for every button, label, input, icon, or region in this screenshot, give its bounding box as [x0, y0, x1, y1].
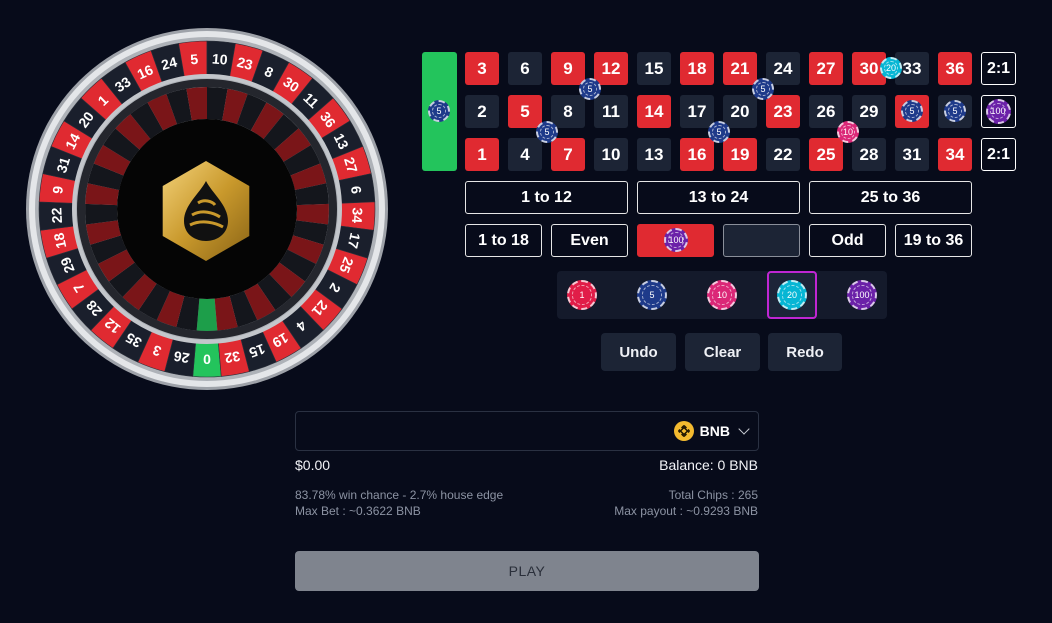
placed-bet-chip: 5 — [901, 100, 923, 122]
bet-number-cell[interactable]: 15 — [637, 52, 671, 85]
bet-usd-value: $0.00 — [295, 457, 331, 473]
max-payout-text: Max payout : ~0.9293 BNB — [614, 504, 758, 518]
chip-option-1[interactable]: 1 — [557, 271, 607, 319]
chip-value: 1 — [579, 290, 585, 300]
bnb-icon — [673, 421, 694, 441]
chip-value: 5 — [649, 290, 655, 300]
chip-option-10[interactable]: 10 — [697, 271, 747, 319]
chip-option-5[interactable]: 5 — [627, 271, 677, 319]
bet-odd[interactable]: Odd — [809, 224, 886, 257]
bet-number-cell[interactable]: 29 — [852, 95, 886, 128]
bet-number-cell[interactable]: 34 — [938, 138, 972, 171]
chip-value: 5 — [716, 127, 722, 137]
placed-bet-chip: 5 — [536, 121, 558, 143]
bet-number-cell[interactable]: 27 — [809, 52, 843, 85]
chip-icon: 1 — [567, 280, 597, 310]
bet-number-cell[interactable]: 28 — [852, 138, 886, 171]
red-bet-chip: 100 — [664, 228, 688, 252]
bet-even[interactable]: Even — [551, 224, 628, 257]
placed-bet-chip: 10 — [837, 121, 859, 143]
bet-number-cell[interactable]: 14 — [637, 95, 671, 128]
bet-number-cell[interactable]: 25 — [809, 138, 843, 171]
chip-value: 5 — [436, 106, 442, 116]
chip-value: 10 — [842, 127, 853, 137]
bet-number-cell[interactable]: 4 — [508, 138, 542, 171]
bet-number-cell[interactable]: 8 — [551, 95, 585, 128]
bet-number-cell[interactable]: 16 — [680, 138, 714, 171]
bet-number-cell[interactable]: 1 — [465, 138, 499, 171]
chip-value: 10 — [716, 290, 727, 300]
chevron-down-icon — [738, 423, 750, 435]
chip-value: 5 — [544, 127, 550, 137]
currency-selector[interactable]: BNB — [673, 421, 750, 441]
bet-number-cell[interactable]: 13 — [637, 138, 671, 171]
bet-number-cell[interactable]: 17 — [680, 95, 714, 128]
bet-number-cell[interactable]: 18 — [680, 52, 714, 85]
bet-dozen-3[interactable]: 25 to 36 — [809, 181, 972, 214]
chip-value: 20 — [786, 290, 797, 300]
bet-number-cell[interactable]: 22 — [766, 138, 800, 171]
bet-number-cell[interactable]: 21 — [723, 52, 757, 85]
bet-black[interactable] — [723, 224, 800, 257]
clear-button[interactable]: Clear — [685, 333, 760, 371]
undo-button[interactable]: Undo — [601, 333, 676, 371]
bet-number-cell[interactable]: 3 — [465, 52, 499, 85]
bet-1-to-18[interactable]: 1 to 18 — [465, 224, 542, 257]
placed-bet-chip: 5 — [708, 121, 730, 143]
chip-selector: 1 5 10 20 100 — [557, 271, 887, 319]
total-chips-text: Total Chips : 265 — [668, 488, 758, 502]
redo-button[interactable]: Redo — [768, 333, 842, 371]
win-chance-text: 83.78% win chance - 2.7% house edge — [295, 488, 504, 502]
bet-dozen-2[interactable]: 13 to 24 — [637, 181, 800, 214]
chip-value: 5 — [952, 106, 958, 116]
chip-value: 100 — [668, 235, 684, 245]
betting-board: 5369121518212427303336258111417202326293… — [0, 0, 1052, 380]
bet-number-cell[interactable]: 31 — [895, 138, 929, 171]
bet-column-1[interactable]: 2:1 — [981, 138, 1016, 171]
max-bet-text: Max Bet : ~0.3622 BNB — [295, 504, 421, 518]
chip-option-20[interactable]: 20 — [767, 271, 817, 319]
bet-number-cell[interactable]: 6 — [508, 52, 542, 85]
chip-value: 5 — [909, 106, 915, 116]
placed-bet-chip: 20 — [880, 57, 902, 79]
chip-value: 5 — [587, 84, 593, 94]
bet-19-to-36[interactable]: 19 to 36 — [895, 224, 972, 257]
bet-number-cell[interactable]: 36 — [938, 52, 972, 85]
chip-icon: 20 — [777, 280, 807, 310]
chip-icon: 100 — [847, 280, 877, 310]
currency-label: BNB — [699, 423, 730, 439]
bet-number-cell[interactable]: 10 — [594, 138, 628, 171]
chip-value: 20 — [885, 63, 896, 73]
chip-value: 5 — [760, 84, 766, 94]
bet-number-cell[interactable]: 20 — [723, 95, 757, 128]
bet-number-cell[interactable]: 7 — [551, 138, 585, 171]
placed-bet-chip: 5 — [579, 78, 601, 100]
bet-number-cell[interactable]: 24 — [766, 52, 800, 85]
zero-bet-chip: 5 — [428, 100, 450, 122]
bet-amount-input[interactable]: BNB — [295, 411, 759, 451]
bet-column-3[interactable]: 2:1 — [981, 52, 1016, 85]
play-button[interactable]: PLAY — [295, 551, 759, 591]
chip-icon: 10 — [707, 280, 737, 310]
bet-dozen-1[interactable]: 1 to 12 — [465, 181, 628, 214]
bet-number-cell[interactable]: 19 — [723, 138, 757, 171]
bet-number-cell[interactable]: 5 — [508, 95, 542, 128]
chip-value: 100 — [854, 290, 870, 300]
chip-option-100[interactable]: 100 — [837, 271, 887, 319]
bet-number-cell[interactable]: 11 — [594, 95, 628, 128]
chip-icon: 5 — [637, 280, 667, 310]
bet-number-cell[interactable]: 26 — [809, 95, 843, 128]
bet-number-cell[interactable]: 9 — [551, 52, 585, 85]
bet-number-cell[interactable]: 12 — [594, 52, 628, 85]
placed-bet-chip: 5 — [752, 78, 774, 100]
chip-value: 100 — [990, 106, 1006, 116]
bet-number-cell[interactable]: 23 — [766, 95, 800, 128]
column-bet-chip: 100 — [985, 98, 1011, 124]
balance-label: Balance: 0 BNB — [659, 457, 758, 473]
placed-bet-chip: 5 — [944, 100, 966, 122]
bet-number-cell[interactable]: 2 — [465, 95, 499, 128]
